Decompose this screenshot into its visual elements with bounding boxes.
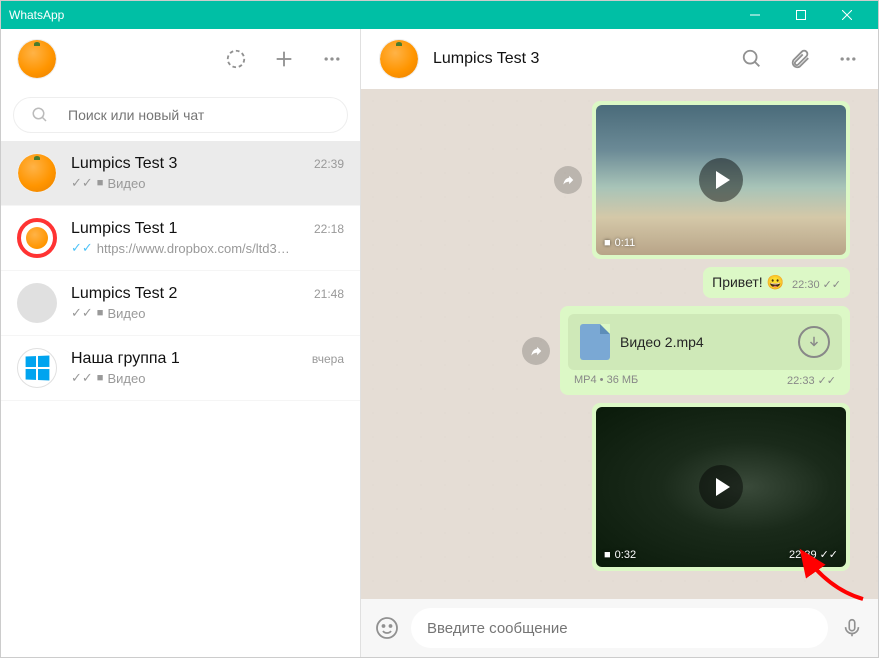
chat-name: Lumpics Test 2 bbox=[71, 285, 177, 303]
file-message-bubble[interactable]: Видео 2.mp4 MP4 • 36 МБ 22:33 ✓✓ bbox=[560, 306, 850, 395]
message-row: Привет! 😀 22:30 ✓✓ bbox=[389, 267, 850, 298]
forward-icon[interactable] bbox=[522, 337, 550, 365]
left-pane: Lumpics Test 3 22:39 ✓✓ ■ Видео bbox=[1, 29, 361, 657]
read-tick-icon: ✓✓ bbox=[71, 370, 93, 386]
chat-avatar bbox=[17, 218, 57, 258]
status-icon[interactable] bbox=[224, 47, 248, 71]
camera-icon: ■ bbox=[604, 549, 611, 561]
chat-avatar bbox=[17, 283, 57, 323]
search-icon bbox=[28, 103, 52, 127]
chat-item[interactable]: Lumpics Test 2 21:48 ✓✓ ■ Видео bbox=[1, 271, 360, 336]
chat-avatar bbox=[17, 348, 57, 388]
search-in-chat-icon[interactable] bbox=[740, 47, 764, 71]
video-icon: ■ bbox=[97, 372, 104, 384]
composer bbox=[361, 599, 878, 657]
chat-time: 22:18 bbox=[314, 222, 344, 236]
read-tick-icon: ✓✓ bbox=[71, 305, 93, 321]
chat-name: Наша группа 1 bbox=[71, 350, 180, 368]
minimize-button[interactable] bbox=[732, 1, 778, 29]
play-icon[interactable] bbox=[699, 158, 743, 202]
message-time: 22:30 ✓✓ bbox=[792, 278, 841, 291]
message-time: 22:39 ✓✓ bbox=[789, 548, 838, 561]
file-icon bbox=[580, 324, 610, 360]
file-name: Видео 2.mp4 bbox=[620, 334, 788, 350]
read-tick-icon: ✓✓ bbox=[820, 548, 838, 561]
menu-icon[interactable] bbox=[320, 47, 344, 71]
chat-time: вчера bbox=[312, 352, 344, 366]
chat-preview: Видео bbox=[107, 306, 145, 321]
chat-info: Lumpics Test 3 22:39 ✓✓ ■ Видео bbox=[71, 155, 344, 191]
message-row: Видео 2.mp4 MP4 • 36 МБ 22:33 ✓✓ bbox=[389, 306, 850, 395]
message-row: ■ 0:32 22:39 ✓✓ bbox=[389, 403, 850, 571]
chat-item[interactable]: Lumpics Test 3 22:39 ✓✓ ■ Видео bbox=[1, 141, 360, 206]
maximize-button[interactable] bbox=[778, 1, 824, 29]
conversation-header: Lumpics Test 3 bbox=[361, 29, 878, 89]
video-duration: ■ 0:32 bbox=[604, 549, 636, 561]
chat-time: 21:48 bbox=[314, 287, 344, 301]
conversation-avatar[interactable] bbox=[379, 39, 419, 79]
chat-time: 22:39 bbox=[314, 157, 344, 171]
chat-preview: Видео bbox=[107, 371, 145, 386]
emoji-icon[interactable] bbox=[375, 616, 399, 640]
attach-icon[interactable] bbox=[788, 47, 812, 71]
messages-area[interactable]: ■ 0:11 Привет! 😀 22:30 ✓✓ bbox=[361, 89, 878, 599]
chat-item[interactable]: Наша группа 1 вчера ✓✓ ■ Видео bbox=[1, 336, 360, 401]
right-pane: Lumpics Test 3 bbox=[361, 29, 878, 657]
camera-icon: ■ bbox=[604, 237, 611, 249]
message-row: ■ 0:11 bbox=[389, 101, 850, 259]
message-text: Привет! 😀 bbox=[712, 274, 784, 291]
read-tick-icon: ✓✓ bbox=[71, 175, 93, 191]
chat-avatar bbox=[17, 153, 57, 193]
chat-preview: Видео bbox=[107, 176, 145, 191]
compose-input[interactable] bbox=[427, 620, 812, 637]
file-meta: MP4 • 36 МБ 22:33 ✓✓ bbox=[568, 370, 842, 387]
titlebar: WhatsApp bbox=[1, 1, 878, 29]
user-avatar[interactable] bbox=[17, 39, 57, 79]
chat-item[interactable]: Lumpics Test 1 22:18 ✓✓ https://www.drop… bbox=[1, 206, 360, 271]
video-message-bubble[interactable]: ■ 0:32 22:39 ✓✓ bbox=[592, 403, 850, 571]
video-thumbnail[interactable]: ■ 0:11 bbox=[596, 105, 846, 255]
file-row: Видео 2.mp4 bbox=[568, 314, 842, 370]
window-controls bbox=[732, 1, 870, 29]
read-tick-icon: ✓✓ bbox=[71, 240, 93, 256]
app-window: WhatsApp bbox=[0, 0, 879, 658]
video-icon: ■ bbox=[97, 307, 104, 319]
download-button[interactable] bbox=[798, 326, 830, 358]
close-button[interactable] bbox=[824, 1, 870, 29]
app-body: Lumpics Test 3 22:39 ✓✓ ■ Видео bbox=[1, 29, 878, 657]
chat-name: Lumpics Test 3 bbox=[71, 155, 177, 173]
read-tick-icon: ✓✓ bbox=[823, 278, 841, 291]
video-thumbnail[interactable]: ■ 0:32 22:39 ✓✓ bbox=[596, 407, 846, 567]
chat-preview: https://www.dropbox.com/s/ltd3… bbox=[97, 241, 290, 256]
left-header bbox=[1, 29, 360, 89]
search-input[interactable] bbox=[68, 107, 333, 123]
compose-input-wrap[interactable] bbox=[411, 608, 828, 648]
window-title: WhatsApp bbox=[9, 8, 732, 22]
mic-icon[interactable] bbox=[840, 616, 864, 640]
search-box[interactable] bbox=[13, 97, 348, 133]
play-icon[interactable] bbox=[699, 465, 743, 509]
read-tick-icon: ✓✓ bbox=[818, 374, 836, 387]
video-duration: ■ 0:11 bbox=[604, 237, 635, 249]
video-icon: ■ bbox=[97, 177, 104, 189]
left-header-actions bbox=[224, 47, 344, 71]
video-message-bubble[interactable]: ■ 0:11 bbox=[592, 101, 850, 259]
chat-name: Lumpics Test 1 bbox=[71, 220, 177, 238]
conversation-title[interactable]: Lumpics Test 3 bbox=[433, 50, 726, 68]
chat-list: Lumpics Test 3 22:39 ✓✓ ■ Видео bbox=[1, 141, 360, 657]
forward-icon[interactable] bbox=[554, 166, 582, 194]
new-chat-icon[interactable] bbox=[272, 47, 296, 71]
text-message-bubble[interactable]: Привет! 😀 22:30 ✓✓ bbox=[703, 267, 850, 298]
chat-menu-icon[interactable] bbox=[836, 47, 860, 71]
